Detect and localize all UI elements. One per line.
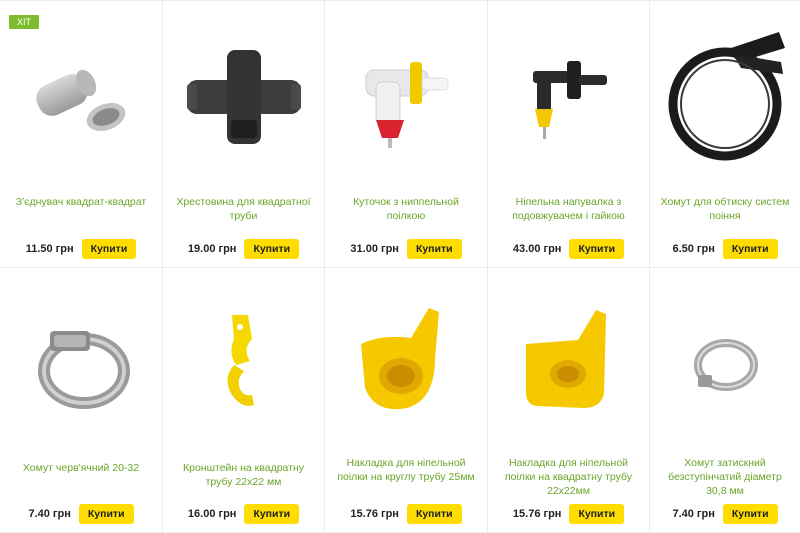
product-card[interactable]: Кронштейн на квадратну трубу 22х22 мм 16… xyxy=(163,268,325,533)
connector-square-icon xyxy=(36,69,126,132)
product-card[interactable]: Накладка для нiпельной поілки на круглу … xyxy=(325,268,488,533)
product-image[interactable] xyxy=(163,280,324,448)
product-image[interactable] xyxy=(488,280,649,448)
cross-fitting-icon xyxy=(186,50,301,144)
product-image[interactable] xyxy=(0,280,162,448)
product-price: 7.40 грн xyxy=(28,508,71,520)
product-price: 7.40 грн xyxy=(672,508,715,520)
buy-button[interactable]: Купити xyxy=(244,239,300,259)
product-price: 6.50 грн xyxy=(672,243,715,255)
product-card[interactable]: Накладка для нiпельной поілки на квадрат… xyxy=(488,268,650,533)
product-image[interactable] xyxy=(163,13,324,181)
product-card[interactable]: Куточок з ниппельной поілкою 31.00 грн К… xyxy=(325,0,488,268)
product-title[interactable]: Хомут затискний безступінчатий діаметр 3… xyxy=(658,456,792,498)
product-card[interactable]: Нiпельна напувалка з подовжувачем і гайк… xyxy=(488,0,650,268)
buy-button[interactable]: Купити xyxy=(722,239,778,259)
product-price: 43.00 грн xyxy=(512,243,562,255)
product-title[interactable]: З'єднувач квадрат-квадрат xyxy=(8,195,154,209)
product-image[interactable] xyxy=(650,280,800,448)
product-title[interactable]: Накладка для нiпельной поілки на круглу … xyxy=(333,456,479,484)
buy-button[interactable]: Купити xyxy=(406,504,462,524)
buy-button[interactable]: Купити xyxy=(406,239,462,259)
product-card[interactable]: ХІТ З'єднувач квадрат-квадрат 11.50 грн … xyxy=(0,0,163,268)
product-card[interactable]: Хомут для обтиску систем поіння 6.50 грн… xyxy=(650,0,800,268)
product-image[interactable] xyxy=(325,13,487,181)
worm-clamp-icon xyxy=(38,331,130,409)
product-image[interactable] xyxy=(650,13,800,181)
product-card[interactable]: Хрестовина для квадратної труби 19.00 гр… xyxy=(163,0,325,268)
product-price: 11.50 грн xyxy=(25,243,74,255)
corner-nipple-drinker-icon xyxy=(365,62,449,148)
product-card[interactable]: Хомут затискний безступінчатий діаметр 3… xyxy=(650,268,800,533)
product-title[interactable]: Кронштейн на квадратну трубу 22х22 мм xyxy=(171,461,316,489)
buy-button[interactable]: Купити xyxy=(569,504,625,524)
product-price: 19.00 грн xyxy=(187,243,237,255)
buy-button[interactable]: Купити xyxy=(78,504,134,524)
yellow-bracket-icon xyxy=(226,315,254,406)
product-price: 15.76 грн xyxy=(350,508,399,520)
product-title[interactable]: Куточок з ниппельной поілкою xyxy=(333,195,479,223)
product-price: 16.00 грн xyxy=(187,508,237,520)
product-title[interactable]: Хомут для обтиску систем поіння xyxy=(658,195,792,223)
buy-button[interactable]: Купити xyxy=(81,239,137,259)
nipple-drinker-icon xyxy=(532,61,607,139)
product-image[interactable] xyxy=(325,280,487,448)
plastic-clamp-icon xyxy=(668,32,785,161)
stepless-clamp-icon xyxy=(694,339,758,391)
yellow-cover-square-icon xyxy=(525,310,606,408)
product-price: 31.00 грн xyxy=(350,243,399,255)
product-price: 15.76 грн xyxy=(512,508,562,520)
product-image[interactable] xyxy=(0,13,162,181)
buy-button[interactable]: Купити xyxy=(569,239,625,259)
product-title[interactable]: Хрестовина для квадратної труби xyxy=(171,195,316,223)
product-grid: ХІТ З'єднувач квадрат-квадрат 11.50 грн … xyxy=(0,0,800,533)
product-title[interactable]: Нiпельна напувалка з подовжувачем і гайк… xyxy=(496,195,641,223)
yellow-cover-round-icon xyxy=(361,308,439,410)
buy-button[interactable]: Купити xyxy=(244,504,300,524)
product-title[interactable]: Хомут черв'ячний 20-32 xyxy=(8,461,154,475)
product-image[interactable] xyxy=(488,13,649,181)
buy-button[interactable]: Купити xyxy=(722,504,778,524)
product-card[interactable]: Хомут черв'ячний 20-32 7.40 грн Купити xyxy=(0,268,163,533)
product-title[interactable]: Накладка для нiпельной поілки на квадрат… xyxy=(496,456,641,498)
